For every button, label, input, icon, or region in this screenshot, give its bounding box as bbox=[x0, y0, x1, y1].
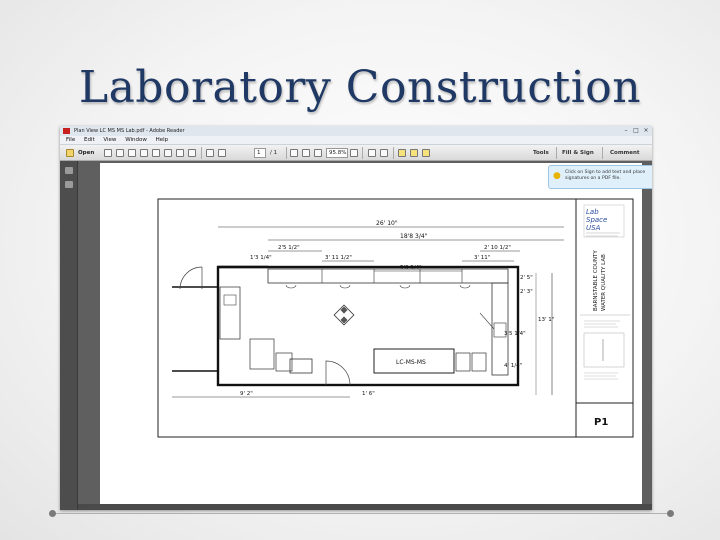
pdf-reader-screenshot: Plan View LC MS MS Lab.pdf - Adobe Reade… bbox=[60, 126, 652, 510]
menu-file[interactable]: File bbox=[66, 137, 75, 143]
dim-2-5b: 2' 5" bbox=[520, 275, 533, 281]
dim-2-3: 2' 3" bbox=[520, 289, 533, 295]
fit-page-icon[interactable] bbox=[368, 149, 376, 157]
dim-1-3: 1'3 1/4" bbox=[250, 255, 272, 261]
dim-4-1: 4' 1/4" bbox=[504, 363, 522, 369]
select-icon[interactable] bbox=[290, 149, 298, 157]
client-name: BARNSTABLE COUNTY bbox=[593, 250, 599, 311]
logo-usa: USA bbox=[586, 224, 601, 232]
open-folder-icon[interactable] bbox=[66, 149, 74, 157]
dim-9-2: 9' 2" bbox=[240, 391, 253, 397]
menu-window[interactable]: Window bbox=[125, 137, 147, 143]
dim-overall: 26' 10" bbox=[376, 220, 398, 227]
menu-help[interactable]: Help bbox=[156, 137, 169, 143]
client-lab: WATER QUALITY LAB bbox=[601, 254, 607, 311]
tools-tab[interactable]: Tools bbox=[533, 145, 549, 161]
pages-icon[interactable] bbox=[188, 149, 196, 157]
fill-sign-tab[interactable]: Fill & Sign bbox=[562, 145, 594, 161]
pdf-page: Lab Space USA BARNSTABLE COUNTY WATER QU… bbox=[100, 163, 642, 510]
slide-decoration-dot-right bbox=[667, 510, 674, 517]
attachments-icon[interactable] bbox=[65, 181, 73, 188]
print-icon[interactable] bbox=[128, 149, 136, 157]
adobe-reader-icon bbox=[63, 128, 70, 134]
menubar: File Edit View Window Help bbox=[60, 136, 652, 145]
floor-plan-drawing: Lab Space USA BARNSTABLE COUNTY WATER QU… bbox=[157, 198, 634, 438]
logo-lab: Lab bbox=[586, 208, 599, 216]
save-icon[interactable] bbox=[116, 149, 124, 157]
hand-icon[interactable] bbox=[302, 149, 310, 157]
sheet-number: P1 bbox=[594, 417, 608, 428]
dim-13-1: 13' 1" bbox=[538, 317, 554, 323]
comment-icon[interactable] bbox=[398, 149, 406, 157]
toolbar: Open 1 / 1 95.8% Tools Fill & Sign Comme… bbox=[60, 145, 652, 161]
close-icon[interactable]: × bbox=[642, 127, 650, 134]
sign-tooltip[interactable]: ● Click on Sign to add text and place si… bbox=[548, 165, 652, 189]
minimize-icon[interactable]: – bbox=[622, 127, 630, 134]
dim-2-5: 2'5 1/2" bbox=[278, 245, 300, 251]
horizontal-scrollbar[interactable] bbox=[78, 504, 652, 510]
navigation-pane bbox=[60, 161, 78, 510]
fit-width-icon[interactable] bbox=[380, 149, 388, 157]
share-icon[interactable] bbox=[152, 149, 160, 157]
slide-decoration-dot-left bbox=[49, 510, 56, 517]
page-number-input[interactable]: 1 bbox=[254, 148, 266, 158]
window-title: Plan View LC MS MS Lab.pdf - Adobe Reade… bbox=[74, 128, 185, 134]
dim-3-5: 3'5 1/4" bbox=[504, 331, 526, 337]
menu-edit[interactable]: Edit bbox=[84, 137, 95, 143]
dim-3-11b: 3' 11" bbox=[474, 255, 490, 261]
zoom-in-icon[interactable] bbox=[350, 149, 358, 157]
sign-tooltip-text: Click on Sign to add text and place sign… bbox=[565, 170, 646, 181]
email-icon[interactable] bbox=[140, 149, 148, 157]
page-total: / 1 bbox=[270, 150, 278, 156]
logo-space: Space bbox=[586, 216, 607, 224]
window-titlebar: Plan View LC MS MS Lab.pdf - Adobe Reade… bbox=[60, 126, 652, 136]
slide-title: Laboratory Construction bbox=[78, 62, 642, 113]
stamp-icon[interactable] bbox=[422, 149, 430, 157]
dim-3-11a: 3' 11 1/2" bbox=[325, 255, 352, 261]
bench-label: LC-MS-MS bbox=[396, 359, 426, 366]
document-area[interactable]: Lab Space USA BARNSTABLE COUNTY WATER QU… bbox=[78, 161, 652, 510]
sign-icon[interactable] bbox=[164, 149, 172, 157]
dim-1-6: 1' 6" bbox=[362, 391, 375, 397]
slide-divider bbox=[52, 513, 672, 514]
fill-icon[interactable] bbox=[176, 149, 184, 157]
page-thumbnails-icon[interactable] bbox=[65, 167, 73, 174]
zoom-level-select[interactable]: 95.8% bbox=[326, 148, 348, 158]
create-icon[interactable] bbox=[104, 149, 112, 157]
next-page-icon[interactable] bbox=[218, 149, 226, 157]
highlight-icon[interactable] bbox=[410, 149, 418, 157]
previous-page-icon[interactable] bbox=[206, 149, 214, 157]
dim-2-10: 2' 10 1/2" bbox=[484, 245, 511, 251]
maximize-icon[interactable]: □ bbox=[632, 127, 640, 134]
comment-tab[interactable]: Comment bbox=[610, 145, 640, 161]
menu-view[interactable]: View bbox=[103, 137, 116, 143]
dim-18-8: 18'8 3/4" bbox=[400, 233, 428, 240]
open-button[interactable]: Open bbox=[78, 148, 94, 158]
lightbulb-icon: ● bbox=[553, 171, 561, 181]
zoom-out-icon[interactable] bbox=[314, 149, 322, 157]
